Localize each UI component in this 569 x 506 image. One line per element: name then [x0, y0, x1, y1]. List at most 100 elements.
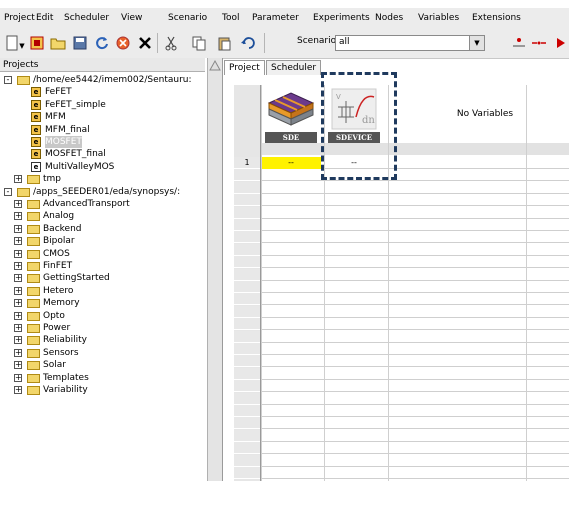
- tool-sde[interactable]: SDE: [261, 87, 321, 143]
- tree-item[interactable]: + Hetero: [0, 285, 205, 297]
- menu-view[interactable]: View: [121, 8, 142, 28]
- table-row[interactable]: [261, 256, 569, 269]
- row-number[interactable]: [234, 206, 260, 219]
- expand-icon[interactable]: +: [14, 311, 22, 320]
- refresh-icon[interactable]: [94, 35, 110, 51]
- table-row[interactable]: [261, 405, 569, 417]
- tree-item[interactable]: + Templates: [0, 372, 205, 384]
- open-project-icon[interactable]: [29, 35, 45, 51]
- scroll-up-icon[interactable]: [208, 58, 222, 72]
- row-number[interactable]: [234, 281, 260, 293]
- tree-item[interactable]: + CMOS: [0, 248, 205, 260]
- tree-item[interactable]: + tmp: [0, 173, 205, 185]
- row-number[interactable]: [234, 442, 260, 455]
- row-number[interactable]: [234, 429, 260, 442]
- table-row[interactable]: [261, 442, 569, 455]
- tree-item[interactable]: e MOSFET: [0, 136, 205, 148]
- menu-scheduler[interactable]: Scheduler: [64, 8, 109, 28]
- row-number[interactable]: 1: [234, 157, 260, 169]
- table-row[interactable]: [261, 306, 569, 318]
- menu-project[interactable]: Project: [4, 8, 35, 28]
- table-row[interactable]: [261, 231, 569, 244]
- row-number[interactable]: [234, 256, 260, 269]
- tree-item[interactable]: + GettingStarted: [0, 272, 205, 284]
- tree-item[interactable]: e MFM: [0, 111, 205, 123]
- tree-item[interactable]: e MultiValleyMOS: [0, 161, 205, 173]
- stop-icon[interactable]: [115, 35, 131, 51]
- tree-item[interactable]: + Opto: [0, 310, 205, 322]
- collapse-icon[interactable]: -: [4, 187, 12, 196]
- tree-item[interactable]: + Variability: [0, 384, 205, 396]
- tree-item[interactable]: + Memory: [0, 297, 205, 309]
- table-row[interactable]: [261, 355, 569, 368]
- tab-project[interactable]: Project: [224, 60, 265, 75]
- expand-icon[interactable]: +: [14, 348, 22, 357]
- folder-icon[interactable]: [50, 35, 66, 51]
- row-number[interactable]: [234, 169, 260, 182]
- table-row[interactable]: [261, 343, 569, 355]
- expand-icon[interactable]: +: [14, 299, 22, 308]
- table-cell[interactable]: --: [324, 157, 384, 169]
- table-cell[interactable]: --: [261, 157, 321, 169]
- tree-item[interactable]: - /home/ee5442/imem002/Sentauru:: [0, 74, 205, 86]
- cut-icon[interactable]: [163, 35, 179, 51]
- expand-icon[interactable]: +: [14, 324, 22, 332]
- menu-extensions[interactable]: Extensions: [472, 8, 521, 28]
- table-row[interactable]: [261, 417, 569, 430]
- menu-variables[interactable]: Variables: [418, 8, 459, 28]
- tree-item[interactable]: e FeFET_simple: [0, 99, 205, 111]
- expand-icon[interactable]: +: [14, 262, 22, 270]
- row-number[interactable]: [234, 194, 260, 207]
- menu-experiments[interactable]: Experiments: [313, 8, 370, 28]
- table-row[interactable]: [261, 194, 569, 207]
- table-row[interactable]: [261, 318, 569, 331]
- expand-icon[interactable]: +: [14, 175, 22, 184]
- expand-icon[interactable]: +: [14, 373, 22, 382]
- chevron-down-icon[interactable]: ▼: [469, 36, 484, 50]
- collapse-icon[interactable]: -: [4, 76, 12, 84]
- row-number[interactable]: [234, 405, 260, 417]
- menu-scenario[interactable]: Scenario: [168, 8, 207, 28]
- menu-edit[interactable]: Edit: [36, 8, 53, 28]
- close-x-icon[interactable]: [137, 35, 153, 51]
- expand-icon[interactable]: +: [14, 237, 22, 246]
- row-number[interactable]: [234, 392, 260, 405]
- run-icon[interactable]: [553, 35, 569, 51]
- tree-item[interactable]: + Sensors: [0, 347, 205, 359]
- table-row[interactable]: [261, 182, 569, 194]
- tree-item[interactable]: + Solar: [0, 359, 205, 371]
- tree-item[interactable]: + Reliability: [0, 334, 205, 346]
- row-number[interactable]: [234, 330, 260, 343]
- table-row[interactable]: [261, 455, 569, 467]
- expand-icon[interactable]: +: [14, 274, 22, 283]
- table-row[interactable]: -- --: [261, 157, 569, 169]
- table-row[interactable]: [261, 269, 569, 281]
- tree-item[interactable]: + AdvancedTransport: [0, 198, 205, 210]
- tree-item[interactable]: - /apps_SEEDER01/eda/synopsys/:: [0, 186, 205, 198]
- tree-item[interactable]: + Bipolar: [0, 235, 205, 247]
- menu-nodes[interactable]: Nodes: [375, 8, 403, 28]
- tree-item[interactable]: e FeFET: [0, 86, 205, 98]
- expand-icon[interactable]: +: [14, 386, 22, 394]
- table-row[interactable]: [261, 293, 569, 306]
- table-row[interactable]: [261, 380, 569, 393]
- row-number[interactable]: [234, 454, 260, 467]
- projects-scrollbar[interactable]: [207, 58, 222, 481]
- expand-icon[interactable]: +: [14, 249, 22, 258]
- tree-item[interactable]: e MFM_final: [0, 124, 205, 136]
- tab-scheduler[interactable]: Scheduler: [266, 60, 322, 75]
- tree-item[interactable]: + Analog: [0, 210, 205, 222]
- expand-icon[interactable]: +: [14, 224, 22, 233]
- row-number[interactable]: [234, 417, 260, 430]
- table-row[interactable]: [261, 207, 569, 219]
- table-row[interactable]: [261, 169, 569, 182]
- paste-icon[interactable]: [216, 35, 232, 51]
- row-number[interactable]: [234, 293, 260, 306]
- tree-item[interactable]: + Backend: [0, 223, 205, 235]
- row-number[interactable]: [234, 243, 260, 256]
- row-number[interactable]: [234, 318, 260, 331]
- tree-item[interactable]: + Power: [0, 322, 205, 334]
- undo-icon[interactable]: [240, 35, 256, 51]
- expand-icon[interactable]: +: [14, 212, 22, 221]
- save-icon[interactable]: [72, 35, 88, 51]
